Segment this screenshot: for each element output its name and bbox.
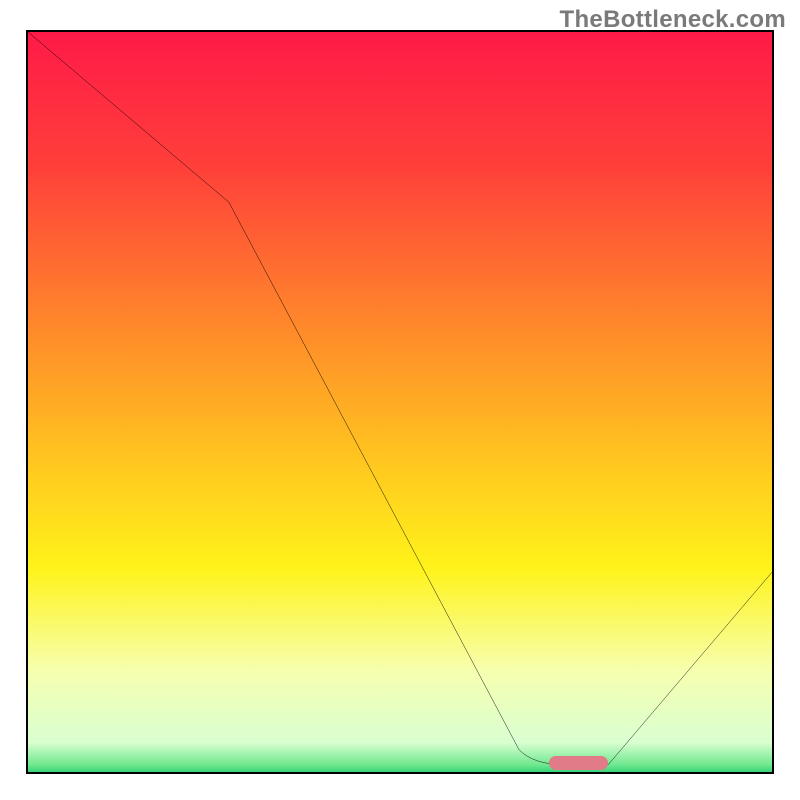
chart-stage: TheBottleneck.com xyxy=(0,0,800,800)
bottleneck-curve xyxy=(28,32,772,765)
plot-area xyxy=(26,30,774,774)
curve-layer xyxy=(28,32,772,772)
optimal-range-marker xyxy=(549,756,609,770)
